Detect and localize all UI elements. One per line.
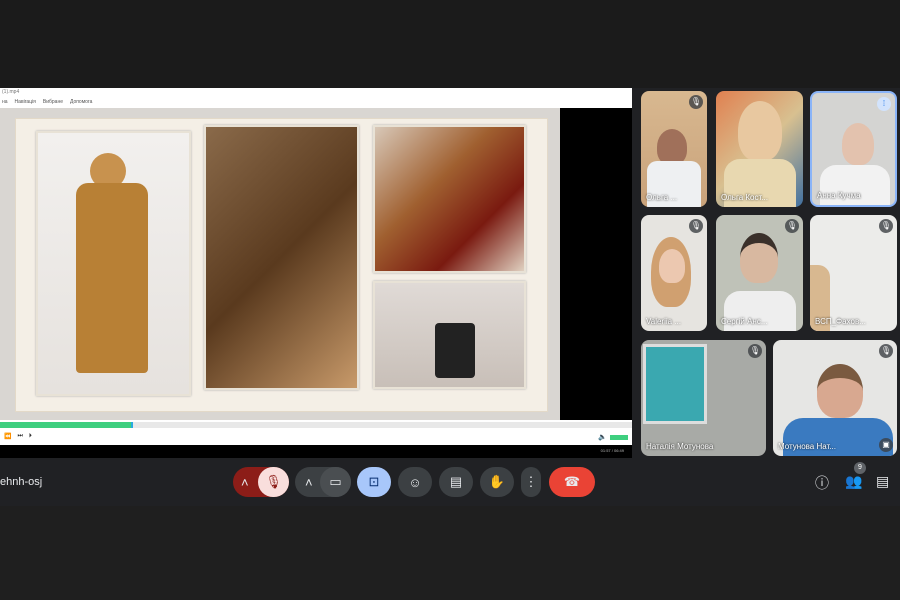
mic-off-icon: 🎙 <box>689 95 703 109</box>
captions-button[interactable]: ▤ <box>439 467 473 497</box>
mic-off-icon: 🎙 <box>879 219 893 233</box>
photo-braids <box>204 125 359 390</box>
frame-step-icon[interactable]: ⏵ <box>29 433 32 440</box>
video-frame <box>0 108 632 420</box>
participant-tile[interactable]: 🎙 Ольга ... <box>641 91 707 207</box>
top-letterbox <box>0 0 900 88</box>
participant-name: Мотунова Нат... <box>778 442 836 451</box>
participant-name: Ольга Кост... <box>721 193 768 202</box>
speaking-indicator-icon: ⁞ <box>877 97 891 111</box>
menu-item[interactable]: Допомога <box>70 96 92 108</box>
playback-time: 01:57 / 06:49 <box>600 448 624 453</box>
raise-hand-button[interactable]: ✋ <box>480 467 514 497</box>
participant-tile[interactable]: ⁞ Анна Кучма <box>810 91 897 207</box>
mic-off-icon: 🎙 <box>879 344 893 358</box>
participant-name: Анна Кучма <box>817 191 861 200</box>
rewind-icon[interactable]: ⏪ <box>4 433 11 440</box>
camera-button[interactable]: ▭ <box>320 467 351 497</box>
mic-off-icon: 🎙 <box>785 219 799 233</box>
present-button[interactable]: ⊡ <box>357 467 391 497</box>
participant-tile[interactable]: 🎙 Сергій Анс... <box>716 215 803 331</box>
participant-tile[interactable]: 🎙 Наталія Мотунова <box>641 340 766 456</box>
video-progress-bar[interactable] <box>0 422 632 428</box>
meeting-controls: ehnh-osj ˄ 🎙 ˄ ▭ ⊡ ☺ ▤ ✋ ⋮ ☎ ⓘ 👥 9 ▤ <box>0 462 900 503</box>
participant-name: Ольга ... <box>646 193 678 202</box>
slide-collage <box>15 118 548 412</box>
pip-icon[interactable]: ▣ <box>879 438 893 452</box>
photo-brushes <box>373 281 526 389</box>
participant-tile[interactable]: 🎙 Valeriia ... <box>641 215 707 331</box>
menu-item[interactable]: Навігація <box>15 96 36 108</box>
screen-share: (1).mp4 на Навігація Вибране Допомога ⏪ … <box>0 88 632 458</box>
info-icon[interactable]: ⓘ <box>815 473 829 493</box>
people-count-badge: 9 <box>854 462 866 474</box>
end-call-button[interactable]: ☎ <box>549 467 595 497</box>
menu-bar: на Навігація Вибране Допомога <box>0 96 632 108</box>
participant-tile[interactable]: 🎙 ВСП_Фахов... <box>810 215 897 331</box>
participant-name: Наталія Мотунова <box>646 442 714 451</box>
participant-name: ВСП_Фахов... <box>815 317 866 326</box>
window-title: (1).mp4 <box>2 89 20 95</box>
media-player-window: (1).mp4 на Навігація Вибране Допомога <box>0 88 632 445</box>
photo-dress <box>36 131 191 396</box>
effects-button[interactable]: ☺ <box>398 467 432 497</box>
participant-name: Сергій Анс... <box>721 317 768 326</box>
menu-item[interactable]: Вибране <box>43 96 63 108</box>
photo-nails <box>373 125 526 273</box>
chat-icon[interactable]: ▤ <box>876 473 889 490</box>
mic-off-button[interactable]: 🎙 <box>258 467 289 497</box>
participant-tile[interactable]: 🎙 ▣ Мотунова Нат... <box>773 340 897 456</box>
player-controls: ⏪ ⏭ ⏵ <box>0 430 632 443</box>
participant-tile[interactable]: Ольга Кост... <box>716 91 803 207</box>
volume-control[interactable]: 🔈 <box>598 433 628 441</box>
bottom-letterbox <box>0 506 900 600</box>
mic-off-icon: 🎙 <box>748 344 762 358</box>
people-icon[interactable]: 👥 <box>845 473 862 490</box>
menu-item[interactable]: на <box>2 96 8 108</box>
volume-icon[interactable]: 🔈 <box>598 433 607 441</box>
mic-off-icon: 🎙 <box>689 219 703 233</box>
skip-icon[interactable]: ⏭ <box>17 433 22 440</box>
meeting-code: ehnh-osj <box>0 476 43 488</box>
participant-name: Valeriia ... <box>646 317 681 326</box>
more-options-button[interactable]: ⋮ <box>521 467 541 497</box>
